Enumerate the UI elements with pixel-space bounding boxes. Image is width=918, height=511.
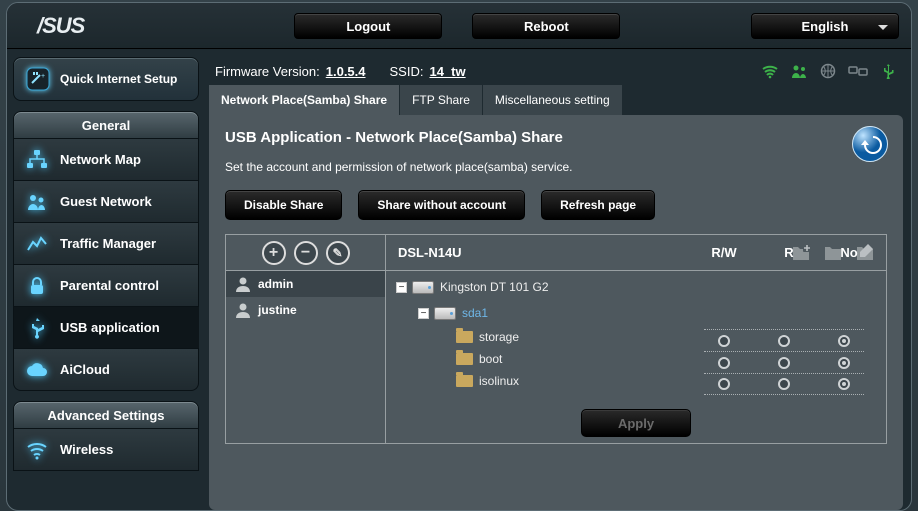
- perm-row: [704, 373, 864, 395]
- sidebar-item-aicloud[interactable]: AiCloud: [13, 349, 199, 391]
- ssid-value-link[interactable]: 14_tw: [429, 64, 465, 79]
- folder-icon: [456, 331, 473, 343]
- traffic-manager-icon: [24, 231, 50, 257]
- svg-text:+: +: [41, 73, 45, 80]
- drive-icon: [412, 281, 434, 294]
- sidebar-item-traffic-manager[interactable]: Traffic Manager: [13, 223, 199, 265]
- usb-status-icon[interactable]: [879, 63, 897, 79]
- logout-button[interactable]: Logout: [294, 13, 442, 39]
- sidebar-item-usb-application[interactable]: USB application: [13, 307, 199, 349]
- sidebar-item-parental-control[interactable]: Parental control: [13, 265, 199, 307]
- perm-r-radio[interactable]: [778, 378, 790, 390]
- user-icon: [234, 301, 252, 319]
- drive-icon: [434, 307, 456, 320]
- perm-header-r: R: [779, 245, 799, 260]
- guest-network-icon: [24, 189, 50, 215]
- apply-button[interactable]: Apply: [581, 409, 691, 437]
- user-label: admin: [258, 277, 293, 291]
- refresh-page-button[interactable]: Refresh page: [541, 190, 655, 220]
- wifi-status-icon[interactable]: [761, 63, 779, 79]
- firmware-label: Firmware Version:: [215, 64, 320, 79]
- advanced-section-header: Advanced Settings: [13, 401, 199, 429]
- device-name: DSL-N14U: [398, 245, 462, 260]
- perm-rw-radio[interactable]: [718, 378, 730, 390]
- reboot-button[interactable]: Reboot: [472, 13, 620, 39]
- parental-control-icon: [24, 273, 50, 299]
- perm-no-radio[interactable]: [838, 357, 850, 369]
- nav-label: USB application: [60, 320, 160, 335]
- disable-share-button[interactable]: Disable Share: [225, 190, 342, 220]
- perm-r-radio[interactable]: [778, 335, 790, 347]
- folder-icon: [456, 353, 473, 365]
- nav-label: AiCloud: [60, 362, 110, 377]
- nav-label: Network Map: [60, 152, 141, 167]
- disk-label[interactable]: Kingston DT 101 G2: [440, 280, 549, 294]
- clients-status-icon[interactable]: [790, 63, 808, 79]
- folder-icon: [456, 375, 473, 387]
- usb-application-icon: [24, 315, 50, 341]
- user-item-admin[interactable]: admin: [226, 271, 385, 297]
- perm-r-radio[interactable]: [778, 357, 790, 369]
- back-button[interactable]: [851, 125, 889, 163]
- perm-header-no: No: [834, 245, 864, 260]
- folder-label[interactable]: storage: [479, 330, 519, 344]
- page-description: Set the account and permission of networ…: [225, 160, 887, 174]
- network-map-icon: [24, 147, 50, 173]
- perm-row: [704, 351, 864, 373]
- sidebar-item-wireless[interactable]: Wireless: [13, 429, 199, 471]
- tab-misc-setting[interactable]: Miscellaneous setting: [483, 85, 623, 115]
- sidebar-item-network-map[interactable]: Network Map: [13, 139, 199, 181]
- partition-label[interactable]: sda1: [462, 306, 488, 320]
- link-status-icon[interactable]: [848, 63, 868, 79]
- perm-no-radio[interactable]: [838, 335, 850, 347]
- nav-label: Parental control: [60, 278, 159, 293]
- general-section-header: General: [13, 111, 199, 139]
- user-icon: [234, 275, 252, 293]
- wireless-icon: [24, 437, 50, 463]
- qis-label: Quick Internet Setup: [60, 72, 177, 86]
- firmware-version-link[interactable]: 1.0.5.4: [326, 64, 366, 79]
- user-label: justine: [258, 303, 297, 317]
- folder-label[interactable]: isolinux: [479, 374, 519, 388]
- perm-no-radio[interactable]: [838, 378, 850, 390]
- tab-ftp-share[interactable]: FTP Share: [400, 85, 483, 115]
- nav-label: Traffic Manager: [60, 236, 156, 251]
- tree-expander[interactable]: −: [396, 282, 407, 293]
- nav-label: Guest Network: [60, 194, 152, 209]
- asus-logo: /SUS: [37, 13, 84, 39]
- share-without-account-button[interactable]: Share without account: [358, 190, 525, 220]
- wizard-icon: +: [24, 65, 52, 93]
- user-item-justine[interactable]: justine: [226, 297, 385, 323]
- remove-user-button[interactable]: −: [294, 241, 318, 265]
- perm-header-rw: R/W: [704, 245, 744, 260]
- ssid-label: SSID:: [390, 64, 424, 79]
- edit-user-button[interactable]: ✎: [326, 241, 350, 265]
- sidebar-item-guest-network[interactable]: Guest Network: [13, 181, 199, 223]
- wan-status-icon[interactable]: [819, 63, 837, 79]
- language-select[interactable]: English: [751, 13, 899, 39]
- tab-samba-share[interactable]: Network Place(Samba) Share: [209, 85, 400, 115]
- aicloud-icon: [24, 357, 50, 383]
- perm-row: [704, 329, 864, 351]
- perm-rw-radio[interactable]: [718, 335, 730, 347]
- add-user-button[interactable]: +: [262, 241, 286, 265]
- nav-label: Wireless: [60, 442, 113, 457]
- quick-internet-setup-button[interactable]: + Quick Internet Setup: [13, 57, 199, 101]
- page-title: USB Application - Network Place(Samba) S…: [225, 129, 887, 146]
- perm-rw-radio[interactable]: [718, 357, 730, 369]
- tree-expander[interactable]: −: [418, 308, 429, 319]
- folder-label[interactable]: boot: [479, 352, 502, 366]
